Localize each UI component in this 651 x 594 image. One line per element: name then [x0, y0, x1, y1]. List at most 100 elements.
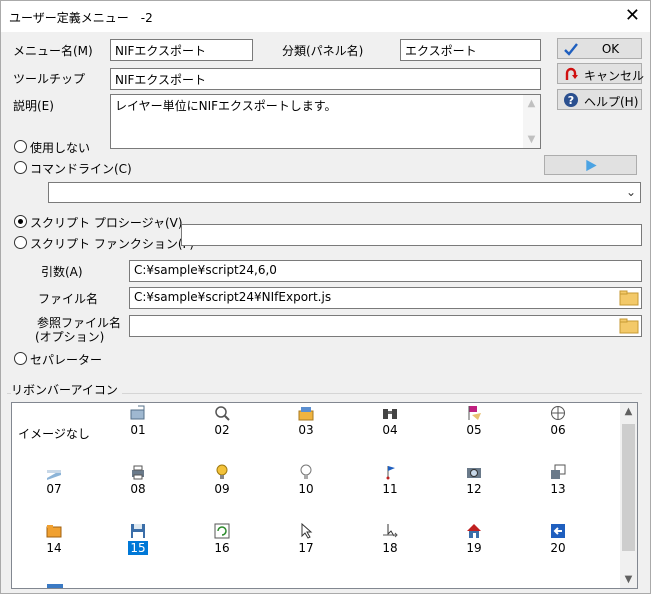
- run-button[interactable]: [544, 155, 637, 175]
- ribbon-icon-item[interactable]: 11: [348, 464, 432, 523]
- bulb-on-icon: [216, 464, 228, 479]
- ribbon-icon-number: 08: [130, 482, 146, 496]
- ribbon-icon-number: 19: [466, 541, 482, 555]
- help-icon: ?: [564, 93, 578, 107]
- partial-row-icon: [47, 584, 63, 588]
- ribbon-icon-number: 14: [46, 541, 62, 555]
- separator-radio[interactable]: [14, 352, 27, 365]
- command-line-radio-label: コマンドライン(C): [30, 162, 132, 176]
- ribbon-icon-item[interactable]: 04: [348, 405, 432, 464]
- script-procedure-radio[interactable]: [14, 215, 27, 228]
- category-input[interactable]: エクスポート: [400, 39, 541, 61]
- ribbon-group-label: リボンバーアイコン: [11, 381, 122, 398]
- ribbon-icon-number: 20: [550, 541, 566, 555]
- tooltip-input[interactable]: NIFエクスポート: [110, 68, 541, 90]
- house-icon: [467, 524, 481, 538]
- ribbon-icon-number: 07: [46, 482, 62, 496]
- move-cursor-icon: [383, 524, 398, 538]
- folder-stack-icon: [298, 407, 314, 421]
- browse-ref-folder-icon[interactable]: [619, 318, 639, 334]
- ribbon-icon-item[interactable]: 20: [516, 523, 600, 582]
- file-input[interactable]: C:¥sample¥script24¥NIfExport.js: [129, 287, 642, 309]
- ribbon-icon-number: 06: [550, 423, 566, 437]
- description-scrollbar[interactable]: ▲ ▼: [523, 95, 540, 148]
- scroll-thumb[interactable]: [622, 424, 635, 551]
- ribbon-scrollbar[interactable]: ▲ ▼: [620, 403, 637, 588]
- script-function-radio-label: スクリプト ファンクション(F): [30, 237, 195, 251]
- ribbon-icon-item[interactable]: 01: [96, 405, 180, 464]
- chevron-down-icon: ⌄: [625, 185, 636, 199]
- scroll-up-icon[interactable]: ▲: [620, 403, 637, 420]
- description-text: レイヤー単位にNIFエクスポートします。: [115, 99, 337, 113]
- description-label: 説明(E): [13, 99, 54, 113]
- function-input[interactable]: [181, 224, 642, 246]
- script-function-radio[interactable]: [14, 236, 27, 249]
- ribbon-icon-number: 12: [466, 482, 482, 496]
- category-label: 分類(パネル名): [282, 44, 364, 58]
- scroll-down-icon: ▼: [527, 134, 536, 145]
- ribbon-icon-item[interactable]: 09: [180, 464, 264, 523]
- ref-file-option-label: (オプション): [35, 330, 105, 344]
- undo-arrow-icon: [565, 67, 578, 80]
- browse-folder-icon[interactable]: [619, 290, 639, 306]
- menu-name-label: メニュー名(M): [13, 44, 93, 58]
- pin-flag-icon: [386, 466, 395, 480]
- import-icon: [551, 524, 565, 538]
- ribbon-icon-item[interactable]: 10: [264, 464, 348, 523]
- cancel-button[interactable]: キャンセル: [557, 63, 644, 84]
- ribbon-icon-number: 09: [214, 482, 230, 496]
- ribbon-icon-item[interactable]: 07: [12, 464, 96, 523]
- ribbon-icon-number: 15: [128, 541, 148, 555]
- description-textarea[interactable]: レイヤー単位にNIFエクスポートします。 ▲ ▼: [110, 94, 541, 149]
- scroll-down-icon[interactable]: ▼: [620, 571, 637, 588]
- camera-icon: [467, 468, 481, 478]
- ok-button[interactable]: OK: [557, 38, 642, 59]
- ribbon-icon-list[interactable]: イメージなし 01 02 03 04 05 06 07 08 09 10 11 12 13 14 15 16 1…: [11, 402, 638, 589]
- tooltip-label: ツールチップ: [13, 72, 86, 86]
- refresh-icon: [214, 523, 230, 539]
- ribbon-icon-number: 10: [298, 482, 314, 496]
- ribbon-icon-item[interactable]: 13: [516, 464, 600, 523]
- ribbon-icon-item[interactable]: 05: [432, 405, 516, 464]
- args-input[interactable]: C:¥sample¥script24,6,0: [129, 260, 642, 282]
- ribbon-icon-number: 03: [298, 423, 314, 437]
- windows-icon: [551, 464, 566, 479]
- ribbon-icon-item[interactable]: 03: [264, 405, 348, 464]
- ribbon-icon-number: 13: [550, 482, 566, 496]
- ribbon-icon-item[interactable]: 08: [96, 464, 180, 523]
- ribbon-icon-item[interactable]: 16: [180, 523, 264, 582]
- ribbon-icon-item[interactable]: 12: [432, 464, 516, 523]
- ribbon-icon-number: 02: [214, 423, 230, 437]
- ribbon-icon-item[interactable]: 06: [516, 405, 600, 464]
- close-icon[interactable]: ✕: [625, 5, 640, 27]
- command-line-radio[interactable]: [14, 161, 27, 174]
- ref-file-input[interactable]: [129, 315, 642, 337]
- file-input-text: C:¥sample¥script24¥NIfExport.js: [134, 290, 332, 304]
- svg-text:?: ?: [568, 94, 574, 107]
- ribbon-icon-number: 11: [382, 482, 398, 496]
- ribbon-icon-item[interactable]: 19: [432, 523, 516, 582]
- ribbon-icon-item[interactable]: 18: [348, 523, 432, 582]
- ribbon-icon-item[interactable]: 02: [180, 405, 264, 464]
- title-bar: ユーザー定義メニュー -2 ✕: [1, 1, 650, 32]
- ribbon-icon-number: 18: [382, 541, 398, 555]
- ribbon-icon-number: 16: [214, 541, 230, 555]
- ribbon-icon-item[interactable]: 17: [264, 523, 348, 582]
- ribbon-icon-item[interactable]: 14: [12, 523, 96, 582]
- unused-radio-label: 使用しない: [30, 141, 91, 155]
- command-dropdown[interactable]: ⌄: [48, 182, 641, 203]
- bulb-off-icon: [300, 464, 312, 479]
- globe-icon: [551, 406, 565, 420]
- printer-icon: [132, 465, 144, 480]
- menu-name-input[interactable]: NIFエクスポート: [110, 39, 253, 61]
- ribbon-icon-item[interactable]: 15: [96, 523, 180, 582]
- checkmark-icon: [564, 43, 578, 56]
- script-procedure-radio-label: スクリプト プロシージャ(V): [30, 216, 183, 230]
- window-title: ユーザー定義メニュー -2: [9, 11, 153, 25]
- help-button[interactable]: ? ヘルプ(H): [557, 89, 642, 110]
- dialog-window: ユーザー定義メニュー -2 ✕ メニュー名(M) NIFエクスポート 分類(パネ…: [0, 0, 651, 594]
- unused-radio[interactable]: [14, 140, 27, 153]
- binoculars-icon: [383, 409, 397, 419]
- open-folder-icon: [130, 405, 145, 420]
- ribbon-icon-number: 04: [382, 423, 398, 437]
